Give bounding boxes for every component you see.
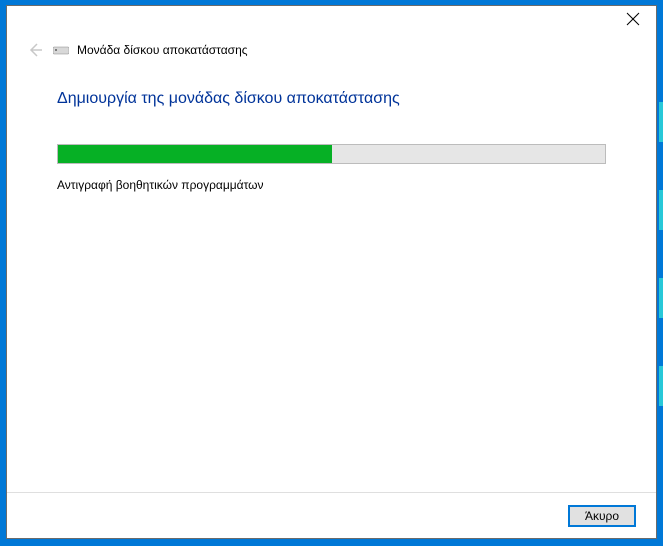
titlebar (7, 6, 656, 38)
status-text: Αντιγραφή βοηθητικών προγραμμάτων (57, 178, 606, 192)
desktop-edge (659, 366, 663, 406)
dialog-window: Μονάδα δίσκου αποκατάστασης Δημιουργία τ… (6, 5, 657, 539)
window-title: Μονάδα δίσκου αποκατάστασης (77, 43, 248, 57)
close-button[interactable] (626, 12, 642, 28)
cancel-button[interactable]: Άκυρο (568, 505, 636, 527)
progress-fill (58, 145, 332, 163)
drive-icon (53, 45, 69, 55)
desktop-edge (659, 278, 663, 318)
main-heading: Δημιουργία της μονάδας δίσκου αποκατάστα… (57, 90, 606, 108)
desktop-edge (659, 190, 663, 230)
close-icon (626, 12, 640, 26)
back-arrow-icon (27, 42, 43, 58)
progress-bar (57, 144, 606, 164)
desktop-edge (659, 102, 663, 142)
footer: Άκυρο (7, 492, 656, 538)
header-row: Μονάδα δίσκου αποκατάστασης (7, 38, 656, 62)
content-area: Δημιουργία της μονάδας δίσκου αποκατάστα… (7, 62, 656, 192)
back-button (25, 40, 45, 60)
